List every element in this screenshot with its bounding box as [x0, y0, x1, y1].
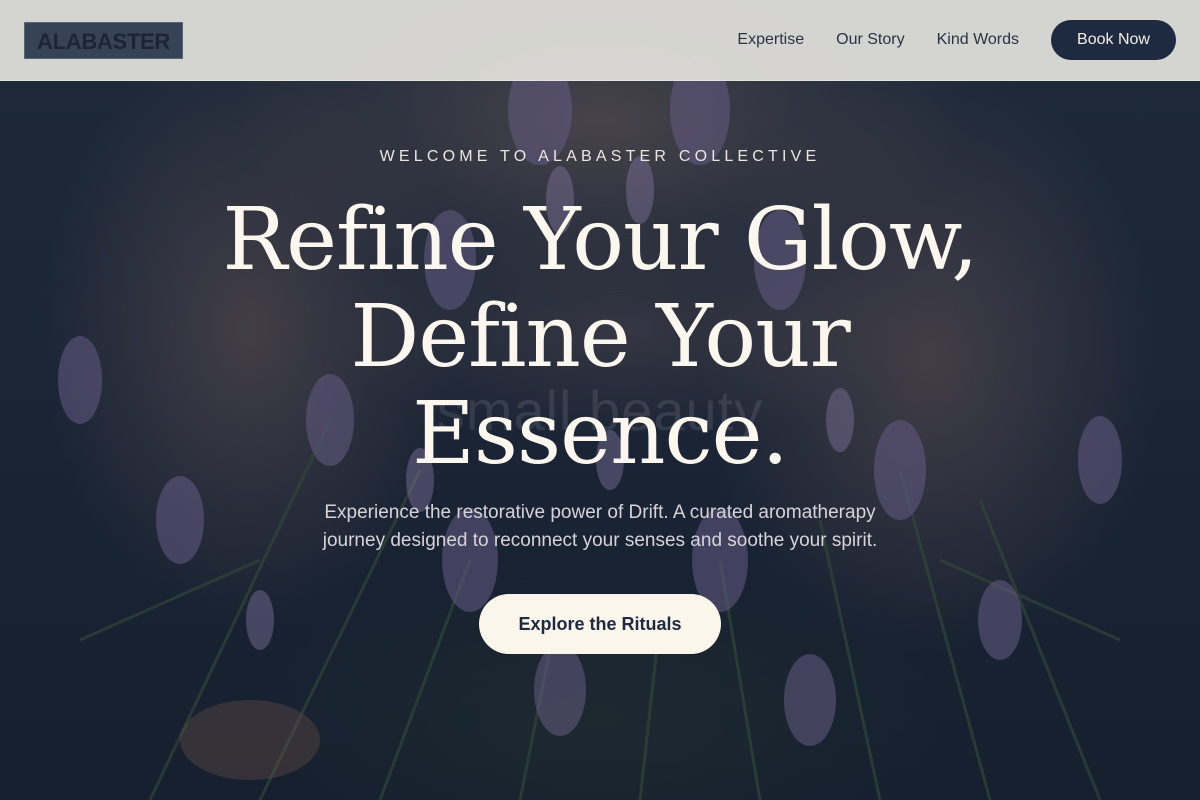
subtitle-line-2: journey designed to reconnect your sense…	[322, 530, 878, 551]
explore-rituals-button[interactable]: Explore the Rituals	[479, 594, 721, 654]
headline-line-2: Define Your	[350, 287, 850, 387]
hero-content: WELCOME TO ALABASTER COLLECTIVE small be…	[0, 0, 1200, 800]
hero-headline: Refine Your Glow, Define Your Essence.	[150, 192, 1050, 483]
headline-line-3: Essence.	[412, 384, 789, 484]
headline-line-1: Refine Your Glow,	[222, 190, 978, 290]
hero-subtitle: Experience the restorative power of Drif…	[280, 499, 920, 555]
subtitle-line-1: Experience the restorative power of Drif…	[324, 502, 876, 523]
hero-eyebrow: WELCOME TO ALABASTER COLLECTIVE	[379, 148, 821, 165]
